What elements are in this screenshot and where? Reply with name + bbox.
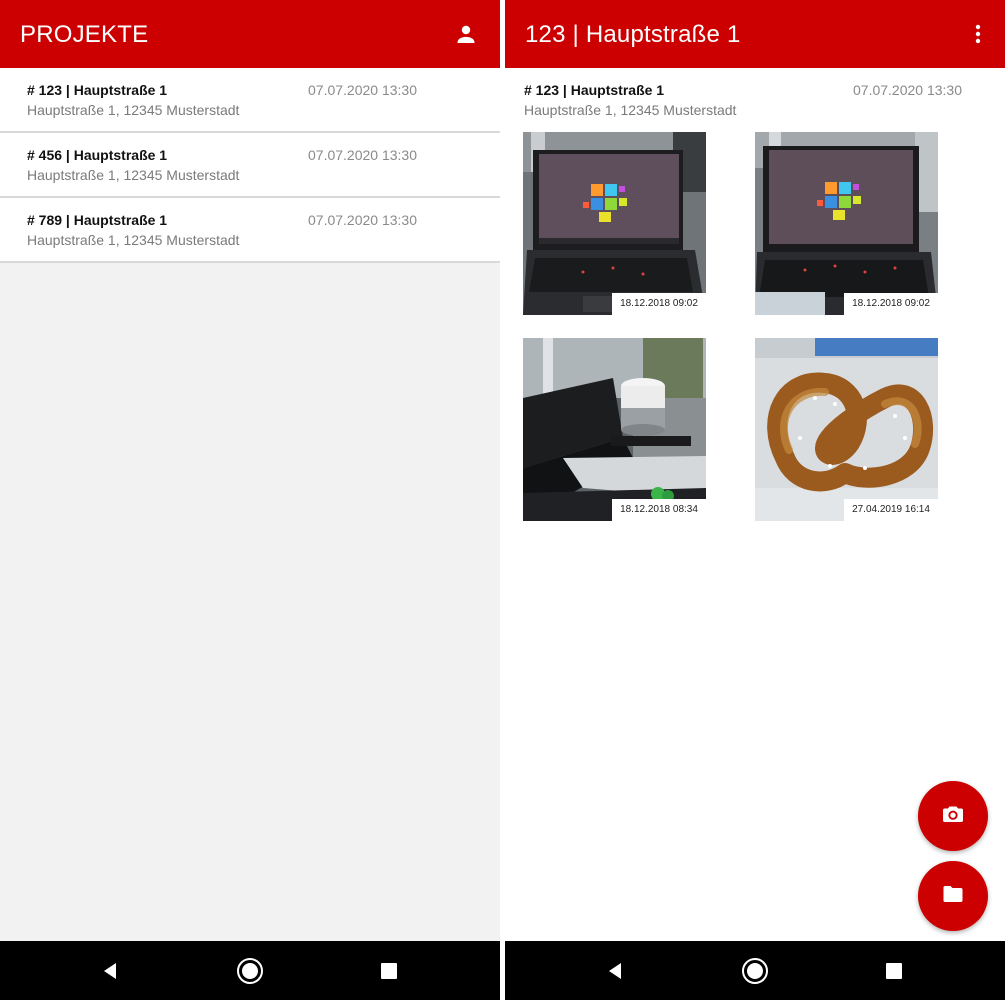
app-bar-title: PROJEKTE — [20, 21, 149, 48]
more-vert-icon[interactable] — [962, 18, 994, 50]
project-name: # 789 | Hauptstraße 1 — [27, 212, 168, 228]
laptop-photo — [755, 132, 938, 315]
laptop-photo — [523, 132, 706, 315]
photo-timestamp: 18.12.2018 09:02 — [612, 293, 706, 315]
project-list-item[interactable]: # 456 | Hauptstraße 1 07.07.2020 13:30 H… — [0, 133, 500, 198]
project-name: # 123 | Hauptstraße 1 — [27, 82, 168, 98]
projects-screen: PROJEKTE # 123 | Hauptstraße 1 07.07.202… — [0, 0, 500, 1000]
pretzel-photo — [755, 338, 938, 521]
project-date: 07.07.2020 13:30 — [308, 82, 417, 98]
folder-button[interactable] — [918, 861, 988, 931]
smart-speaker-photo — [523, 338, 706, 521]
person-icon[interactable] — [450, 18, 482, 50]
project-name: # 123 | Hauptstraße 1 — [524, 82, 665, 98]
project-date: 07.07.2020 13:30 — [853, 82, 962, 98]
project-name: # 456 | Hauptstraße 1 — [27, 147, 168, 163]
home-icon[interactable] — [234, 955, 266, 987]
project-address: Hauptstraße 1, 12345 Musterstadt — [27, 167, 240, 183]
project-header: # 123 | Hauptstraße 1 07.07.2020 13:30 H… — [505, 68, 1005, 128]
app-bar: PROJEKTE — [0, 0, 500, 68]
project-detail-screen: 123 | Hauptstraße 1 # 123 | Hauptstraße … — [505, 0, 1005, 1000]
recents-icon[interactable] — [878, 955, 910, 987]
photo-timestamp: 27.04.2019 16:14 — [844, 499, 938, 521]
camera-icon — [941, 802, 965, 831]
home-icon[interactable] — [739, 955, 771, 987]
camera-button[interactable] — [918, 781, 988, 851]
photo-timestamp: 18.12.2018 08:34 — [612, 499, 706, 521]
system-navigation-bar — [505, 941, 1005, 1000]
photo-thumbnail[interactable]: 27.04.2019 16:14 — [755, 338, 938, 521]
recents-icon[interactable] — [373, 955, 405, 987]
photo-thumbnail[interactable]: 18.12.2018 09:02 — [523, 132, 706, 315]
project-list-item[interactable]: # 789 | Hauptstraße 1 07.07.2020 13:30 H… — [0, 198, 500, 263]
system-navigation-bar — [0, 941, 500, 1000]
project-address: Hauptstraße 1, 12345 Musterstadt — [27, 102, 240, 118]
project-date: 07.07.2020 13:30 — [308, 147, 417, 163]
photo-thumbnail[interactable]: 18.12.2018 08:34 — [523, 338, 706, 521]
photo-timestamp: 18.12.2018 09:02 — [844, 293, 938, 315]
project-address: Hauptstraße 1, 12345 Musterstadt — [524, 102, 737, 118]
back-icon[interactable] — [599, 955, 631, 987]
app-bar: 123 | Hauptstraße 1 — [505, 0, 1005, 68]
project-date: 07.07.2020 13:30 — [308, 212, 417, 228]
project-address: Hauptstraße 1, 12345 Musterstadt — [27, 232, 240, 248]
photo-thumbnail[interactable]: 18.12.2018 09:02 — [755, 132, 938, 315]
folder-icon — [941, 882, 965, 911]
back-icon[interactable] — [94, 955, 126, 987]
project-list: # 123 | Hauptstraße 1 07.07.2020 13:30 H… — [0, 68, 500, 263]
app-bar-title: 123 | Hauptstraße 1 — [525, 21, 741, 48]
project-list-item[interactable]: # 123 | Hauptstraße 1 07.07.2020 13:30 H… — [0, 68, 500, 133]
